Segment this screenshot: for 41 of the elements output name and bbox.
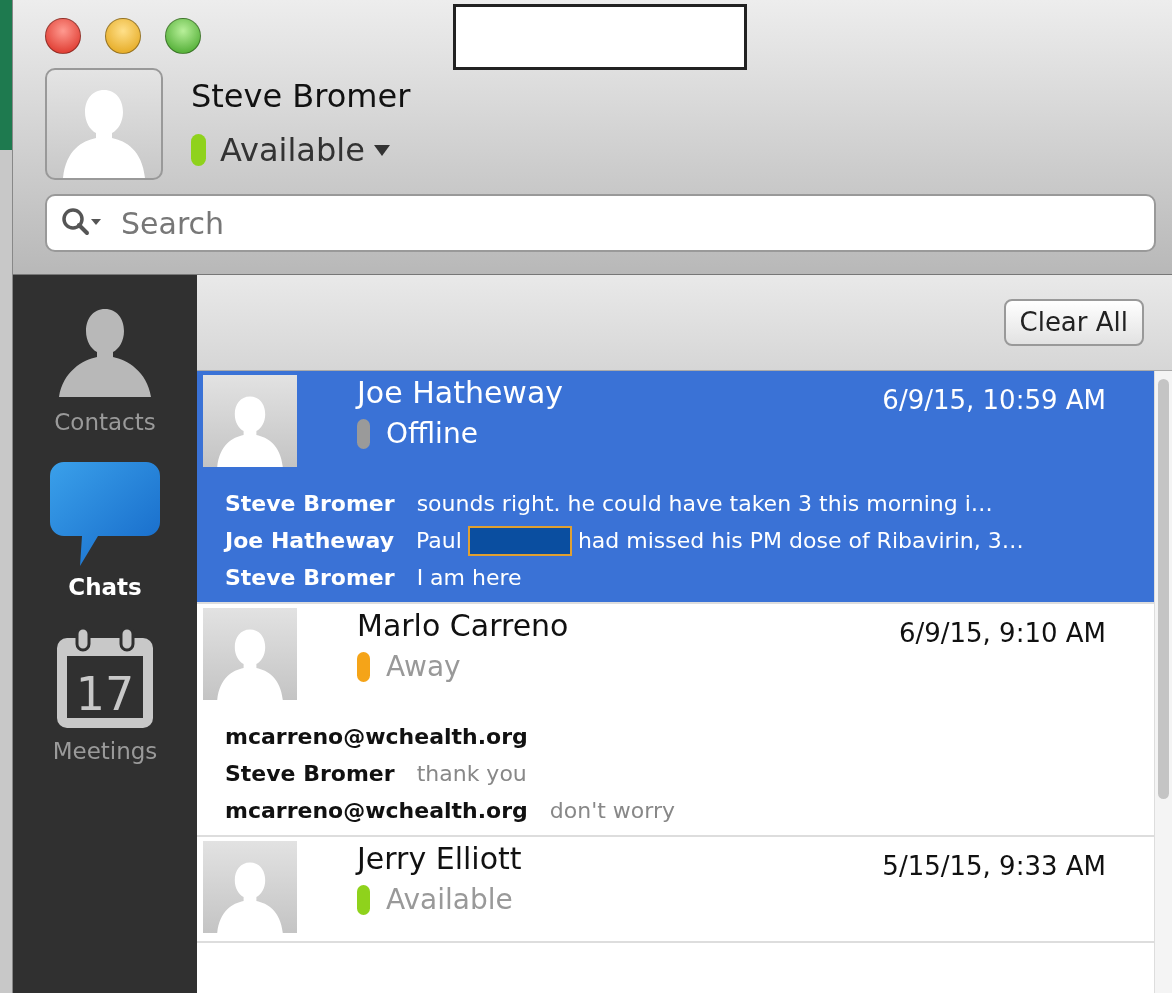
avatar-icon bbox=[203, 841, 297, 933]
message-text: Paul bbox=[416, 527, 462, 555]
contact-name: Joe Hatheway bbox=[357, 375, 565, 411]
status-label: Away bbox=[386, 649, 461, 685]
sidebar-item[interactable]: Contacts bbox=[50, 301, 160, 440]
conversation-item[interactable]: Marlo Carreno Away 6/9/15, 9:10 AM mcarreno@wchealth.org Steve Bromer thank you mcarreno@wchealth.org don't worry bbox=[197, 604, 1154, 837]
message-sender: mcarreno@wchealth.org bbox=[225, 797, 528, 825]
conversation-item[interactable]: Joe Hatheway Offline 6/9/15, 10:59 AM Steve Bromer sounds right. he could have taken 3 this morning i… Joe Hatheway Paul had missed his PM dose of Ribavirin, 3… Steve Bromer I am here bbox=[197, 371, 1154, 604]
message-text: don't worry bbox=[549, 797, 675, 825]
message-sender: Joe Hatheway bbox=[225, 527, 395, 555]
message-sender: mcarreno@wchealth.org bbox=[225, 723, 528, 751]
message-sender: Steve Bromer bbox=[225, 490, 395, 518]
scrollbar[interactable] bbox=[1154, 371, 1172, 993]
timestamp: 6/9/15, 10:59 AM bbox=[882, 384, 1107, 417]
status-label: Offline bbox=[386, 416, 478, 452]
speech-bubble-icon bbox=[50, 461, 160, 566]
caret-icon bbox=[372, 143, 391, 157]
avatar-icon bbox=[203, 608, 297, 700]
message-sender: Steve Bromer bbox=[225, 564, 395, 592]
search-field[interactable]: Search bbox=[45, 194, 1156, 252]
message-text: thank you bbox=[416, 760, 527, 788]
message-text: I am here bbox=[416, 564, 522, 592]
message-text: had missed his PM dose of Ribavirin, 3… bbox=[577, 527, 1024, 555]
avatar-icon bbox=[45, 68, 163, 180]
close-button[interactable] bbox=[45, 18, 81, 54]
clear-all-button[interactable]: Clear All bbox=[1003, 299, 1144, 346]
avatar-icon bbox=[203, 375, 297, 467]
status-dropdown[interactable]: Available bbox=[220, 126, 391, 174]
user-name: Steve Bromer bbox=[191, 76, 411, 117]
minimize-button[interactable] bbox=[105, 18, 141, 54]
contact-name: Jerry Elliott bbox=[357, 841, 523, 877]
timestamp: 5/15/15, 9:33 AM bbox=[882, 850, 1107, 883]
sidebar-item[interactable]: Chats bbox=[50, 461, 160, 604]
zoom-button[interactable] bbox=[165, 18, 201, 54]
conversation-item[interactable]: Jerry Elliott Available 5/15/15, 9:33 AM bbox=[197, 837, 1154, 943]
sidebar-item[interactable]: 17 Meetings bbox=[52, 626, 158, 769]
message-text: sounds right. he could have taken 3 this morning i… bbox=[416, 490, 993, 518]
contact-name: Marlo Carreno bbox=[357, 608, 570, 644]
timestamp: 6/9/15, 9:10 AM bbox=[898, 617, 1107, 650]
status-label: Available bbox=[386, 882, 513, 918]
message-sender: Steve Bromer bbox=[225, 760, 395, 788]
